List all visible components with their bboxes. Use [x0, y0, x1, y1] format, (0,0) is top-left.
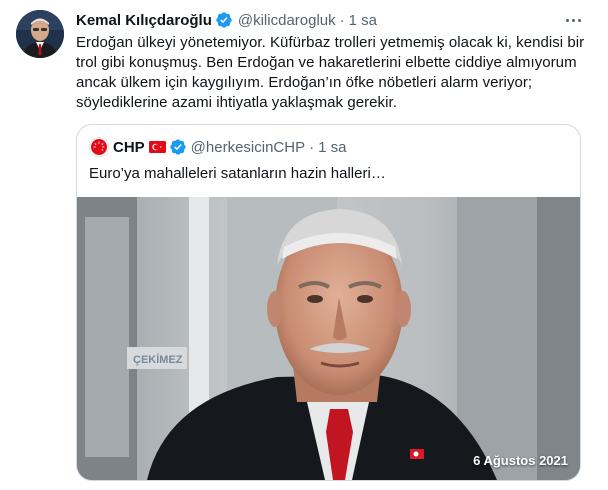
- verified-badge-icon: [169, 139, 186, 155]
- quoted-tweet-text: Euro’ya mahalleleri satanların hazin hal…: [89, 165, 386, 182]
- turkey-flag-icon: [148, 141, 166, 153]
- author-photo: [16, 10, 64, 58]
- quoted-author-name: CHP: [113, 138, 145, 156]
- tweet-text: Erdoğan ülkeyi yönetemiyor. Küfürbaz tro…: [76, 34, 585, 111]
- verified-badge-icon: [216, 12, 232, 28]
- quoted-author-handle: @herkesicinCHP: [190, 138, 306, 156]
- quoted-tweet-header: CHP @herkesicinCHP · 1 sa: [89, 137, 346, 157]
- tweet[interactable]: Kemal Kılıçdaroğlu @kilicdarogluk · 1 sa…: [0, 0, 608, 490]
- chp-logo-avatar[interactable]: [89, 137, 109, 157]
- author-name[interactable]: Kemal Kılıçdaroğlu: [76, 12, 212, 29]
- author-handle[interactable]: @kilicdarogluk: [238, 12, 336, 29]
- quoted-tweet[interactable]: CHP @herkesicinCHP · 1 sa Euro’ya mahall…: [76, 124, 581, 481]
- chp-logo-icon: [91, 139, 107, 155]
- video-thumbnail[interactable]: ÇEKİMEZ 6 Ağustos 2021: [77, 197, 580, 480]
- more-options-icon[interactable]: [562, 10, 584, 30]
- quoted-tweet-timestamp: 1 sa: [318, 138, 347, 156]
- video-frame: ÇEKİMEZ: [77, 197, 580, 480]
- author-avatar[interactable]: [16, 10, 64, 58]
- tweet-header: Kemal Kılıçdaroğlu @kilicdarogluk · 1 sa: [76, 10, 377, 30]
- tweet-timestamp[interactable]: 1 sa: [349, 12, 377, 29]
- sign-text: ÇEKİMEZ: [133, 353, 183, 366]
- separator-dot: ·: [309, 138, 315, 156]
- video-date-overlay: 6 Ağustos 2021: [473, 453, 568, 468]
- separator-dot: ·: [339, 11, 345, 29]
